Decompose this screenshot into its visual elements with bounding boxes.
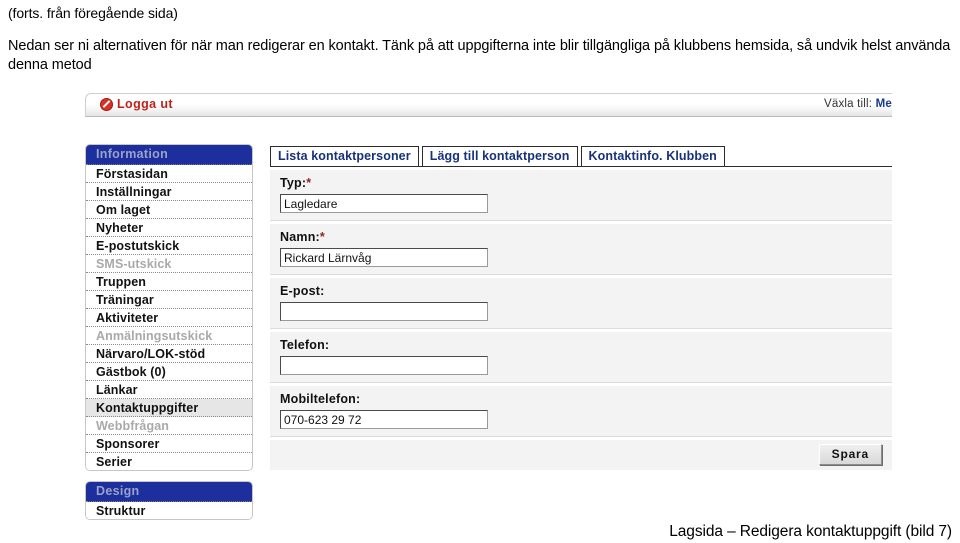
sidebar-item[interactable]: Träningar	[86, 291, 252, 309]
sidebar-group: Information Förstasidan Inställningar Om la…	[85, 144, 253, 471]
field-label: Namn:*	[280, 230, 892, 244]
sidebar-item: Webbfrågan	[86, 417, 252, 435]
field-input[interactable]	[280, 194, 488, 213]
form-field-row: Telefon:	[270, 331, 892, 383]
switch-site-target[interactable]: Me	[876, 98, 892, 110]
continuation-note: (forts. från föregående sida)	[8, 5, 178, 21]
sidebar-group: Design Struktur	[85, 481, 253, 520]
sidebar-item[interactable]: Om laget	[86, 201, 252, 219]
logout-button[interactable]: Logga ut	[100, 97, 173, 111]
content-panel: Lista kontaktpersoner Lägg till kontaktpe…	[270, 144, 892, 470]
form-field-row: Namn:*	[270, 223, 892, 275]
sidebar-item[interactable]: Struktur	[86, 502, 252, 519]
field-input[interactable]	[280, 248, 488, 267]
field-label: E-post:	[280, 284, 892, 298]
tab-bar: Lista kontaktpersoner Lägg till kontaktpe…	[270, 144, 892, 167]
sidebar-item: SMS-utskick	[86, 255, 252, 273]
switch-site-control[interactable]: Växla till: Me	[824, 98, 892, 110]
form-field-row: Mobiltelefon:	[270, 385, 892, 437]
field-label-text: Mobiltelefon:	[280, 392, 361, 406]
content-tab[interactable]: Lägg till kontaktperson	[421, 146, 578, 166]
field-label-text: Namn:	[280, 230, 320, 244]
field-input[interactable]	[280, 410, 488, 429]
sidebar-item[interactable]: Aktiviteter	[86, 309, 252, 327]
sidebar-item[interactable]: Närvaro/LOK-stöd	[86, 345, 252, 363]
instruction-paragraph: Nedan ser ni alternativen för när man re…	[8, 38, 951, 73]
sidebar-item: Anmälningsutskick	[86, 327, 252, 345]
sidebar-item[interactable]: Serier	[86, 453, 252, 470]
form-field-row: Typ:*	[270, 169, 892, 221]
save-button[interactable]: Spara	[818, 444, 882, 465]
field-label-text: Typ:	[280, 176, 307, 190]
application-screenshot: Logga ut Växla till: Me Information Först…	[78, 88, 892, 529]
content-tab[interactable]: Lista kontaktpersoner	[270, 146, 419, 166]
logout-label: Logga ut	[117, 97, 173, 111]
sidebar-item[interactable]: Kontaktuppgifter	[86, 399, 252, 417]
sidebar-item[interactable]: Inställningar	[86, 183, 252, 201]
field-label: Telefon:	[280, 338, 892, 352]
sidebar-item[interactable]: Länkar	[86, 381, 252, 399]
sidebar-item[interactable]: Nyheter	[86, 219, 252, 237]
sidebar-group-header[interactable]: Design	[86, 482, 252, 502]
logout-icon	[100, 97, 113, 111]
sidebar-navigation: Information Förstasidan Inställningar Om la…	[85, 144, 253, 529]
required-marker: *	[306, 176, 312, 190]
field-label: Mobiltelefon:	[280, 392, 892, 406]
content-tab[interactable]: Kontaktinfo. Klubben	[580, 146, 725, 166]
contact-form: Typ:*Namn:*E-post:Telefon:Mobiltelefon:	[270, 169, 892, 437]
app-top-bar: Logga ut Växla till: Me	[85, 93, 892, 117]
field-label-text: E-post:	[280, 284, 325, 298]
form-actions-row: Spara	[270, 439, 892, 470]
field-label-text: Telefon:	[280, 338, 330, 352]
field-label: Typ:*	[280, 176, 892, 190]
form-field-row: E-post:	[270, 277, 892, 329]
figure-caption: Lagsida – Redigera kontaktuppgift (bild …	[669, 523, 952, 540]
sidebar-item[interactable]: Truppen	[86, 273, 252, 291]
required-marker: *	[319, 230, 325, 244]
sidebar-item[interactable]: E-postutskick	[86, 237, 252, 255]
sidebar-group-header[interactable]: Information	[86, 145, 252, 165]
field-input[interactable]	[280, 356, 488, 375]
sidebar-item[interactable]: Förstasidan	[86, 165, 252, 183]
sidebar-item[interactable]: Sponsorer	[86, 435, 252, 453]
switch-site-label: Växla till:	[823, 98, 873, 110]
field-input[interactable]	[280, 302, 488, 321]
page-caption-block: (forts. från föregående sida) Nedan ser …	[8, 0, 952, 75]
sidebar-item[interactable]: Gästbok (0)	[86, 363, 252, 381]
